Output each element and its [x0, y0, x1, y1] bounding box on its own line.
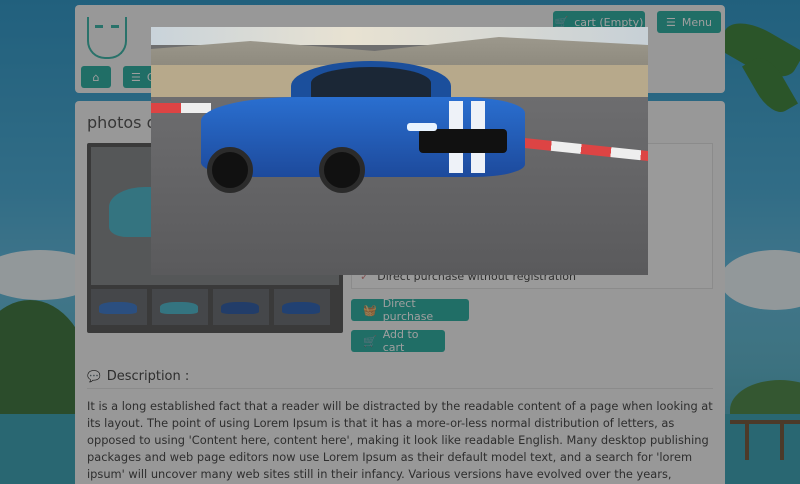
- lightbox-image[interactable]: [151, 27, 648, 275]
- car-illustration: [201, 61, 525, 193]
